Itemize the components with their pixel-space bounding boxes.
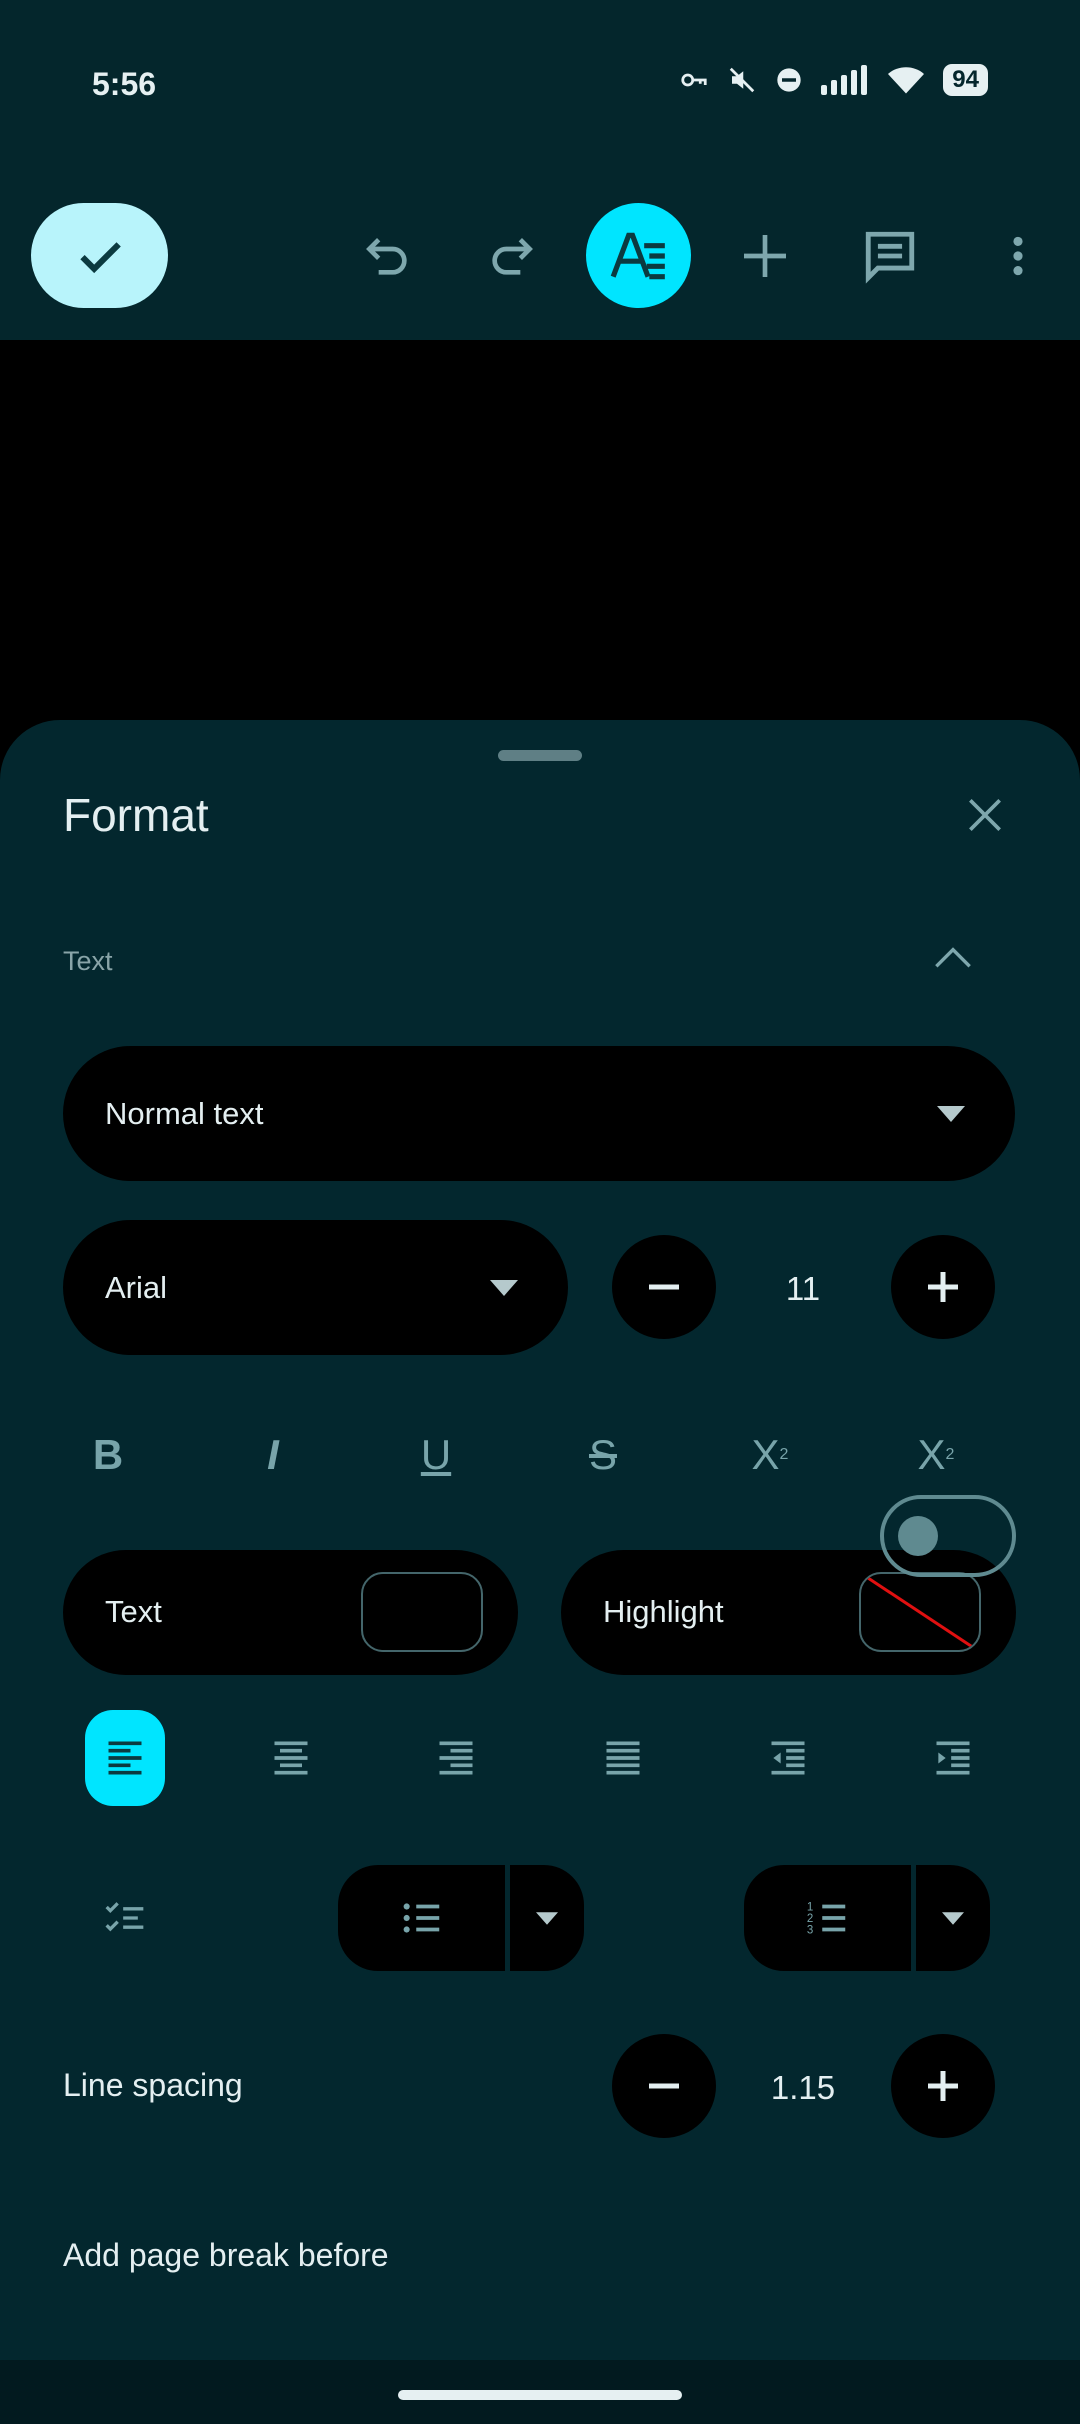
decrease-font-size-button[interactable]: [612, 1235, 716, 1339]
chevron-up-icon: [935, 947, 971, 968]
plus-icon: [928, 2071, 958, 2101]
minus-icon: [649, 2083, 679, 2089]
font-family-value: Arial: [105, 1269, 168, 1305]
align-right-icon: [439, 1741, 473, 1775]
numbered-list-options-button[interactable]: [916, 1865, 990, 1971]
dropdown-arrow-icon: [536, 1911, 558, 1925]
align-center-icon: [274, 1741, 308, 1775]
format-button[interactable]: [586, 203, 691, 308]
more-options-button[interactable]: [975, 213, 1060, 298]
no-color-icon: [864, 1574, 978, 1650]
signal-icon: [821, 65, 868, 95]
text-style-row: B I U S X2 X2: [63, 1420, 1015, 1490]
align-left-button[interactable]: [85, 1710, 165, 1806]
close-button[interactable]: [960, 790, 1010, 840]
check-icon: [79, 241, 121, 273]
decrease-line-spacing-button[interactable]: [612, 2034, 716, 2138]
svg-text:1: 1: [806, 1901, 812, 1913]
vpn-key-icon: [681, 73, 707, 87]
format-sheet: Format Text Normal text Arial 11 B I U S…: [0, 720, 1080, 2360]
mute-icon: [730, 67, 755, 93]
paragraph-style-value: Normal text: [105, 1095, 264, 1131]
page-break-toggle[interactable]: [880, 1495, 1016, 1577]
dropdown-arrow-icon: [937, 1106, 965, 1122]
status-time: 5:56: [92, 66, 157, 102]
wifi-icon: [888, 67, 925, 94]
align-center-button[interactable]: [251, 1710, 331, 1806]
text-section-label: Text: [63, 946, 113, 976]
collapse-text-section-button[interactable]: [928, 938, 978, 978]
subscript-button[interactable]: X2: [891, 1420, 981, 1490]
superscript-button[interactable]: X2: [725, 1420, 815, 1490]
numbered-list-button[interactable]: 123: [744, 1865, 911, 1971]
numbered-list-icon: 123: [806, 1901, 845, 1936]
close-icon: [969, 799, 1001, 831]
underline-button[interactable]: U: [391, 1420, 481, 1490]
undo-icon: [365, 237, 407, 275]
align-justify-icon: [606, 1741, 640, 1775]
status-bar: 5:56 94: [0, 0, 1080, 175]
dnd-icon: [777, 68, 801, 92]
font-size-value[interactable]: 11: [743, 1270, 863, 1308]
plus-icon: [928, 1272, 958, 1302]
bulleted-list-options-button[interactable]: [510, 1865, 584, 1971]
strikethrough-button[interactable]: S: [558, 1420, 648, 1490]
increase-line-spacing-button[interactable]: [891, 2034, 995, 2138]
redo-button[interactable]: [468, 213, 553, 298]
paragraph-style-dropdown[interactable]: Normal text: [63, 1046, 1015, 1181]
text-color-label: Text: [105, 1594, 162, 1629]
bold-button[interactable]: B: [63, 1420, 153, 1490]
add-icon: [743, 234, 786, 277]
checklist-button[interactable]: [85, 1870, 165, 1966]
dropdown-arrow-icon: [490, 1280, 518, 1296]
editor-toolbar: [0, 175, 1080, 340]
comment-button[interactable]: [847, 213, 932, 298]
comment-icon: [865, 231, 914, 284]
indent-decrease-icon: [771, 1741, 805, 1775]
undo-button[interactable]: [345, 213, 430, 298]
minus-icon: [649, 1284, 679, 1290]
font-family-dropdown[interactable]: Arial: [63, 1220, 568, 1355]
more-vert-icon: [1012, 236, 1023, 275]
battery-icon: 94: [943, 64, 988, 96]
document-canvas[interactable]: [0, 340, 1080, 720]
text-color-button[interactable]: Text: [63, 1550, 518, 1675]
text-color-swatch: [361, 1572, 483, 1652]
home-gesture-handle[interactable]: [398, 2390, 682, 2400]
highlight-color-swatch: [859, 1572, 981, 1652]
line-spacing-value[interactable]: 1.15: [743, 2069, 863, 2107]
align-justify-button[interactable]: [583, 1710, 663, 1806]
list-row: 123: [63, 1865, 1015, 1971]
increase-indent-button[interactable]: [913, 1710, 993, 1806]
sheet-title: Format: [63, 789, 209, 841]
text-format-icon: [610, 232, 665, 279]
insert-button[interactable]: [722, 213, 807, 298]
italic-button[interactable]: I: [228, 1420, 318, 1490]
toggle-knob: [898, 1516, 938, 1556]
align-right-button[interactable]: [416, 1710, 496, 1806]
line-spacing-label: Line spacing: [63, 2067, 243, 2103]
checklist-icon: [105, 1902, 144, 1932]
redo-icon: [491, 237, 533, 275]
page-break-label: Add page break before: [63, 2237, 389, 2273]
bulleted-list-button[interactable]: [338, 1865, 505, 1971]
dropdown-arrow-icon: [942, 1911, 964, 1925]
bulleted-list-icon: [403, 1903, 439, 1933]
done-button[interactable]: [31, 203, 168, 308]
decrease-indent-button[interactable]: [748, 1710, 828, 1806]
drag-handle[interactable]: [498, 750, 582, 761]
increase-font-size-button[interactable]: [891, 1235, 995, 1339]
alignment-row: [63, 1710, 1015, 1806]
indent-increase-icon: [936, 1741, 970, 1775]
highlight-color-label: Highlight: [603, 1594, 724, 1629]
svg-text:2: 2: [806, 1913, 812, 1925]
align-left-icon: [108, 1741, 142, 1775]
svg-text:3: 3: [806, 1924, 812, 1936]
status-icons: 94: [679, 64, 988, 96]
navigation-bar: [0, 2360, 1080, 2424]
